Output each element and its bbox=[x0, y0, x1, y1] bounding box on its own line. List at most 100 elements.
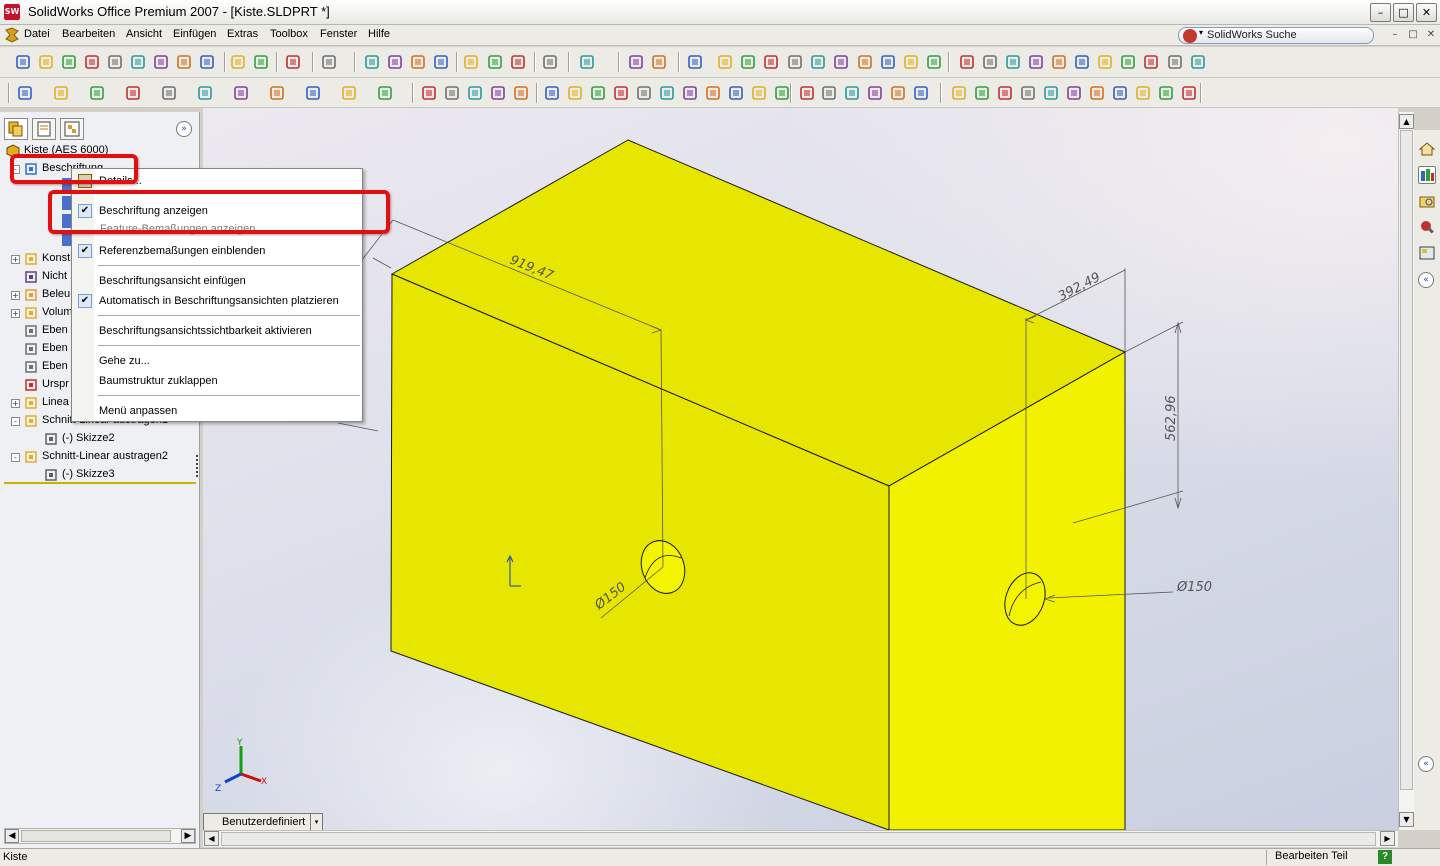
toolbar1-button-icon[interactable] bbox=[809, 53, 827, 71]
toolbar2-button-icon[interactable] bbox=[773, 84, 791, 102]
toolbar1-button-icon[interactable] bbox=[284, 53, 302, 71]
toolbar1-button-icon[interactable] bbox=[762, 53, 780, 71]
toolbar2-button-icon[interactable] bbox=[1134, 84, 1152, 102]
triad-icon[interactable]: Y X Z bbox=[215, 738, 267, 794]
toolbar2-button-icon[interactable] bbox=[658, 84, 676, 102]
toolbar1-button-icon[interactable] bbox=[1189, 53, 1207, 71]
toolbar2-button-icon[interactable] bbox=[52, 84, 70, 102]
toolbar1-button-icon[interactable] bbox=[1073, 53, 1091, 71]
tree-expander-icon[interactable]: + bbox=[11, 399, 20, 408]
toolbar1-button-icon[interactable] bbox=[386, 53, 404, 71]
tree-expander-icon[interactable]: - bbox=[11, 417, 20, 426]
toolbar1-button-icon[interactable] bbox=[432, 53, 450, 71]
toolbar2-button-icon[interactable] bbox=[420, 84, 438, 102]
toolbar1-button-icon[interactable] bbox=[786, 53, 804, 71]
task-pane-collapse-bottom[interactable]: « bbox=[1418, 756, 1434, 772]
toolbar2-button-icon[interactable] bbox=[866, 84, 884, 102]
toolbar2-button-icon[interactable] bbox=[543, 84, 561, 102]
toolbar2-button-icon[interactable] bbox=[304, 84, 322, 102]
graphics-horizontal-scrollbar[interactable]: ◀ ▶ bbox=[203, 830, 1398, 847]
toolbar2-button-icon[interactable] bbox=[704, 84, 722, 102]
context-menu-item[interactable]: Beschriftungsansicht einfügen bbox=[72, 271, 362, 291]
toolbar2-button-icon[interactable] bbox=[268, 84, 286, 102]
scroll-up-button[interactable]: ▲ bbox=[1399, 114, 1414, 129]
context-menu-item[interactable]: ✔ Automatisch in Beschriftungsansichten p… bbox=[72, 291, 362, 311]
toolbar1-button-icon[interactable] bbox=[1142, 53, 1160, 71]
toolbar2-button-icon[interactable] bbox=[16, 84, 34, 102]
toolbar2-button-icon[interactable] bbox=[1088, 84, 1106, 102]
toolbar1-button-icon[interactable] bbox=[981, 53, 999, 71]
file-explorer-icon[interactable] bbox=[1418, 192, 1436, 210]
document-close-button[interactable]: ✕ bbox=[1424, 28, 1438, 42]
toolbar2-button-icon[interactable] bbox=[443, 84, 461, 102]
toolbar1-button-icon[interactable] bbox=[716, 53, 734, 71]
document-restore-button[interactable]: □ bbox=[1406, 28, 1420, 42]
toolbar2-button-icon[interactable] bbox=[124, 84, 142, 102]
menu-extras[interactable]: Extras bbox=[227, 28, 258, 40]
menu-datei[interactable]: Datei bbox=[24, 28, 50, 40]
context-menu-item[interactable]: Gehe zu... bbox=[72, 351, 362, 371]
scroll-right-button[interactable]: ▶ bbox=[181, 829, 195, 843]
toolbar1-button-icon[interactable] bbox=[832, 53, 850, 71]
task-pane-collapse-top[interactable]: « bbox=[1418, 272, 1434, 288]
toolbar1-button-icon[interactable] bbox=[509, 53, 527, 71]
toolbar1-button-icon[interactable] bbox=[578, 53, 596, 71]
toolbar1-button-icon[interactable] bbox=[1096, 53, 1114, 71]
toolbar1-button-icon[interactable] bbox=[320, 53, 338, 71]
toolbar2-button-icon[interactable] bbox=[1065, 84, 1083, 102]
view-tab-dropdown-icon[interactable]: ▾ bbox=[310, 814, 322, 830]
toolbar1-button-icon[interactable] bbox=[37, 53, 55, 71]
toolbar2-button-icon[interactable] bbox=[750, 84, 768, 102]
toolbar1-button-icon[interactable] bbox=[1119, 53, 1137, 71]
toolbar1-button-icon[interactable] bbox=[1050, 53, 1068, 71]
graphics-vertical-scrollbar[interactable]: ▲ ▼ bbox=[1398, 112, 1414, 830]
menu-toolbox[interactable]: Toolbox bbox=[270, 28, 308, 40]
scroll-left-button[interactable]: ◀ bbox=[5, 829, 19, 843]
design-library-icon[interactable] bbox=[1418, 166, 1436, 184]
toolbar2-button-icon[interactable] bbox=[88, 84, 106, 102]
vertical-scroll-thumb[interactable] bbox=[1400, 130, 1413, 790]
menu-hilfe[interactable]: Hilfe bbox=[368, 28, 390, 40]
toolbar2-button-icon[interactable] bbox=[1042, 84, 1060, 102]
toolbar1-button-icon[interactable] bbox=[83, 53, 101, 71]
view-tab[interactable]: Benutzerdefiniert ▾ bbox=[203, 813, 323, 830]
menu-bearbeiten[interactable]: Bearbeiten bbox=[62, 28, 115, 40]
toolbar2-button-icon[interactable] bbox=[489, 84, 507, 102]
toolbar2-button-icon[interactable] bbox=[512, 84, 530, 102]
toolbar1-button-icon[interactable] bbox=[229, 53, 247, 71]
toolbar2-button-icon[interactable] bbox=[798, 84, 816, 102]
horizontal-scroll-thumb[interactable] bbox=[221, 832, 1376, 846]
toolbar1-button-icon[interactable] bbox=[486, 53, 504, 71]
toolbar1-button-icon[interactable] bbox=[198, 53, 216, 71]
help-icon[interactable]: ? bbox=[1378, 850, 1392, 864]
toolbar2-button-icon[interactable] bbox=[727, 84, 745, 102]
toolbar1-button-icon[interactable] bbox=[739, 53, 757, 71]
toolbar2-button-icon[interactable] bbox=[973, 84, 991, 102]
rollback-bar[interactable] bbox=[4, 482, 196, 484]
toolbar2-button-icon[interactable] bbox=[1019, 84, 1037, 102]
dimension-hole-side-label[interactable]: Ø150 bbox=[1176, 580, 1212, 595]
solidworks-search-box[interactable]: ▾ SolidWorks Suche bbox=[1178, 27, 1374, 44]
toolbar2-button-icon[interactable] bbox=[1180, 84, 1198, 102]
scroll-down-button[interactable]: ▼ bbox=[1399, 812, 1414, 827]
toolbar1-button-icon[interactable] bbox=[363, 53, 381, 71]
toolbar2-button-icon[interactable] bbox=[376, 84, 394, 102]
search-dropdown-icon[interactable]: ▾ bbox=[1199, 28, 1203, 37]
toolbar2-button-icon[interactable] bbox=[612, 84, 630, 102]
context-menu-item[interactable]: Baumstruktur zuklappen bbox=[72, 371, 362, 391]
menu-ansicht[interactable]: Ansicht bbox=[126, 28, 162, 40]
toolbar1-button-icon[interactable] bbox=[175, 53, 193, 71]
dimension-height-label[interactable]: 562,96 bbox=[1164, 396, 1179, 442]
toolbar1-button-icon[interactable] bbox=[686, 53, 704, 71]
close-button[interactable]: ✕ bbox=[1416, 3, 1437, 22]
graphics-scroll-left-button[interactable]: ◀ bbox=[204, 831, 219, 846]
toolbar1-button-icon[interactable] bbox=[902, 53, 920, 71]
toolbar2-button-icon[interactable] bbox=[196, 84, 214, 102]
context-menu-item[interactable]: Menü anpassen bbox=[72, 401, 362, 421]
solidworks-logo-icon[interactable] bbox=[4, 27, 20, 43]
toolbar2-button-icon[interactable] bbox=[889, 84, 907, 102]
toolbar1-button-icon[interactable] bbox=[129, 53, 147, 71]
search-results-icon[interactable] bbox=[1418, 218, 1436, 236]
toolbar2-button-icon[interactable] bbox=[566, 84, 584, 102]
home-icon[interactable] bbox=[1418, 140, 1436, 158]
